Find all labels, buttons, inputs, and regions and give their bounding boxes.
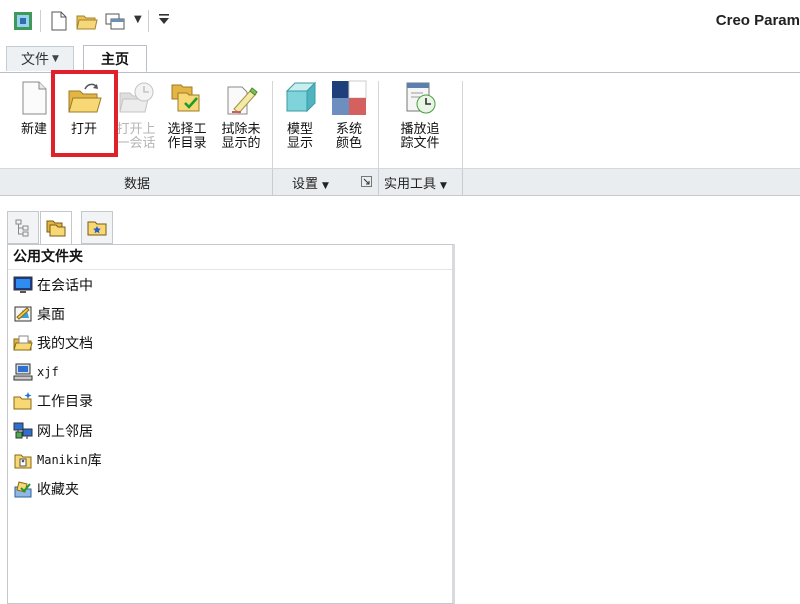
working-directory-icon bbox=[13, 392, 32, 410]
system-colors-icon bbox=[332, 80, 367, 115]
folder-item-network[interactable]: 网上邻居 bbox=[8, 416, 452, 445]
group-separator bbox=[272, 169, 273, 195]
group-utilities-label: 实用工具 bbox=[384, 177, 437, 192]
ribbon: 新建 打开 打开上 一会话 选择工 作目录 拭除未 显示的 模型 显示 系统 颜… bbox=[0, 72, 800, 196]
open-last-session-button[interactable]: 打开上 一会话 bbox=[112, 79, 160, 165]
monitor-icon bbox=[13, 276, 33, 293]
folder-item-label-library: 库 bbox=[87, 452, 102, 469]
tab-home[interactable]: 主页 bbox=[83, 45, 147, 72]
folder-item-label: 网上邻居 bbox=[37, 423, 93, 440]
new-file-icon[interactable] bbox=[48, 10, 70, 32]
eraser-icon bbox=[227, 86, 258, 115]
folder-item-label: 收藏夹 bbox=[37, 481, 79, 498]
select-working-directory-icon bbox=[171, 84, 200, 112]
toolbar-separator bbox=[148, 10, 149, 32]
model-display-icon bbox=[285, 81, 317, 113]
folder-item-label-manikin: Manikin bbox=[37, 452, 88, 467]
favorites-icon bbox=[14, 481, 32, 498]
dialog-launcher-icon[interactable] bbox=[361, 176, 372, 187]
folder-item-xjf[interactable]: xjf bbox=[8, 358, 452, 387]
folder-item-label: 桌面 bbox=[37, 306, 65, 323]
tab-file[interactable]: 文件 ▼ bbox=[6, 46, 74, 71]
tab-favorites[interactable] bbox=[81, 211, 113, 244]
erase-not-displayed-button[interactable]: 拭除未 显示的 bbox=[216, 79, 266, 165]
chevron-down-icon: ▼ bbox=[322, 181, 329, 191]
customize-toolbar-icon[interactable] bbox=[158, 12, 170, 29]
chevron-down-icon: ▼ bbox=[440, 181, 447, 191]
new-button[interactable]: 新建 bbox=[12, 79, 56, 165]
ribbon-group-bar: 数据 设置 ▼ 实用工具 ▼ bbox=[0, 168, 800, 195]
tab-folder-browser[interactable] bbox=[40, 211, 72, 245]
open-folder-icon[interactable] bbox=[76, 10, 98, 32]
app-title: Creo Param bbox=[715, 12, 800, 29]
play-trail-file-icon bbox=[406, 82, 436, 114]
network-icon bbox=[13, 422, 33, 439]
app-logo-icon[interactable] bbox=[12, 10, 34, 32]
open-button-highlight bbox=[51, 70, 118, 157]
ribbon-group-separator bbox=[272, 81, 273, 169]
group-data-label: 数据 bbox=[124, 177, 151, 192]
system-colors-button[interactable]: 系统 颜色 bbox=[326, 79, 372, 165]
folder-item-label: xjf bbox=[37, 365, 59, 380]
folder-item-label: 在会话中 bbox=[37, 277, 93, 294]
open-last-session-icon bbox=[119, 82, 154, 113]
toolbar-separator bbox=[40, 10, 41, 32]
group-settings-label: 设置 bbox=[292, 177, 319, 192]
group-separator bbox=[462, 169, 463, 195]
my-documents-icon bbox=[13, 335, 33, 351]
model-display-label: 模型 显示 bbox=[286, 122, 313, 151]
open-last-session-label: 打开上 一会话 bbox=[116, 122, 156, 151]
favorites-folder-icon bbox=[87, 221, 107, 235]
select-working-directory-button[interactable]: 选择工 作目录 bbox=[162, 79, 212, 165]
navigator-tabs bbox=[7, 211, 117, 245]
folder-item-label: 我的文档 bbox=[37, 335, 93, 352]
folder-browser-icon bbox=[46, 220, 66, 237]
desktop-icon bbox=[14, 306, 32, 322]
new-button-label: 新建 bbox=[20, 122, 47, 137]
play-trail-file-label: 播放追 踪文件 bbox=[400, 122, 440, 151]
group-settings[interactable]: 设置 ▼ bbox=[292, 173, 329, 192]
folder-item-favorites[interactable]: 收藏夹 bbox=[8, 474, 452, 503]
new-document-icon bbox=[22, 81, 47, 115]
quick-access-toolbar: ▼ Creo Param bbox=[0, 0, 800, 45]
windows-dropdown-icon[interactable]: ▼ bbox=[134, 14, 142, 25]
select-working-directory-label: 选择工 作目录 bbox=[167, 122, 207, 151]
tab-model-tree[interactable] bbox=[7, 211, 39, 244]
windows-icon[interactable] bbox=[104, 10, 126, 32]
ribbon-group-separator bbox=[378, 81, 379, 169]
tab-file-label: 文件 bbox=[21, 52, 50, 68]
model-tree-icon bbox=[15, 219, 29, 236]
folder-item-in-session[interactable]: 在会话中 bbox=[8, 270, 452, 299]
folder-item-desktop[interactable]: 桌面 bbox=[8, 299, 452, 328]
system-colors-label: 系统 颜色 bbox=[335, 122, 362, 151]
folder-item-label: 工作目录 bbox=[37, 394, 93, 411]
folder-item-working-directory[interactable]: 工作目录 bbox=[8, 387, 452, 416]
play-trail-file-button[interactable]: 播放追 踪文件 bbox=[394, 79, 446, 165]
library-folder-icon bbox=[14, 454, 32, 469]
computer-icon bbox=[13, 363, 33, 381]
model-display-button[interactable]: 模型 显示 bbox=[278, 79, 322, 165]
group-utilities[interactable]: 实用工具 ▼ bbox=[384, 173, 447, 192]
folder-item-my-documents[interactable]: 我的文档 bbox=[8, 328, 452, 357]
folder-navigator-panel: 公用文件夹 在会话中 桌面 我的文档 xjf 工作目录 网上邻居 Manikin bbox=[7, 244, 455, 604]
ribbon-tabs: 文件 ▼ 主页 bbox=[0, 44, 800, 72]
common-folders-header: 公用文件夹 bbox=[8, 245, 452, 270]
ribbon-group-separator bbox=[462, 81, 463, 169]
tab-home-label: 主页 bbox=[101, 51, 129, 68]
chevron-down-icon: ▼ bbox=[52, 54, 59, 64]
folder-list: 在会话中 桌面 我的文档 xjf 工作目录 网上邻居 Manikin 库 收藏夹 bbox=[8, 270, 452, 504]
folder-item-manikin-library[interactable]: Manikin 库 bbox=[8, 445, 452, 474]
group-separator bbox=[378, 169, 379, 195]
erase-not-displayed-label: 拭除未 显示的 bbox=[221, 122, 261, 151]
